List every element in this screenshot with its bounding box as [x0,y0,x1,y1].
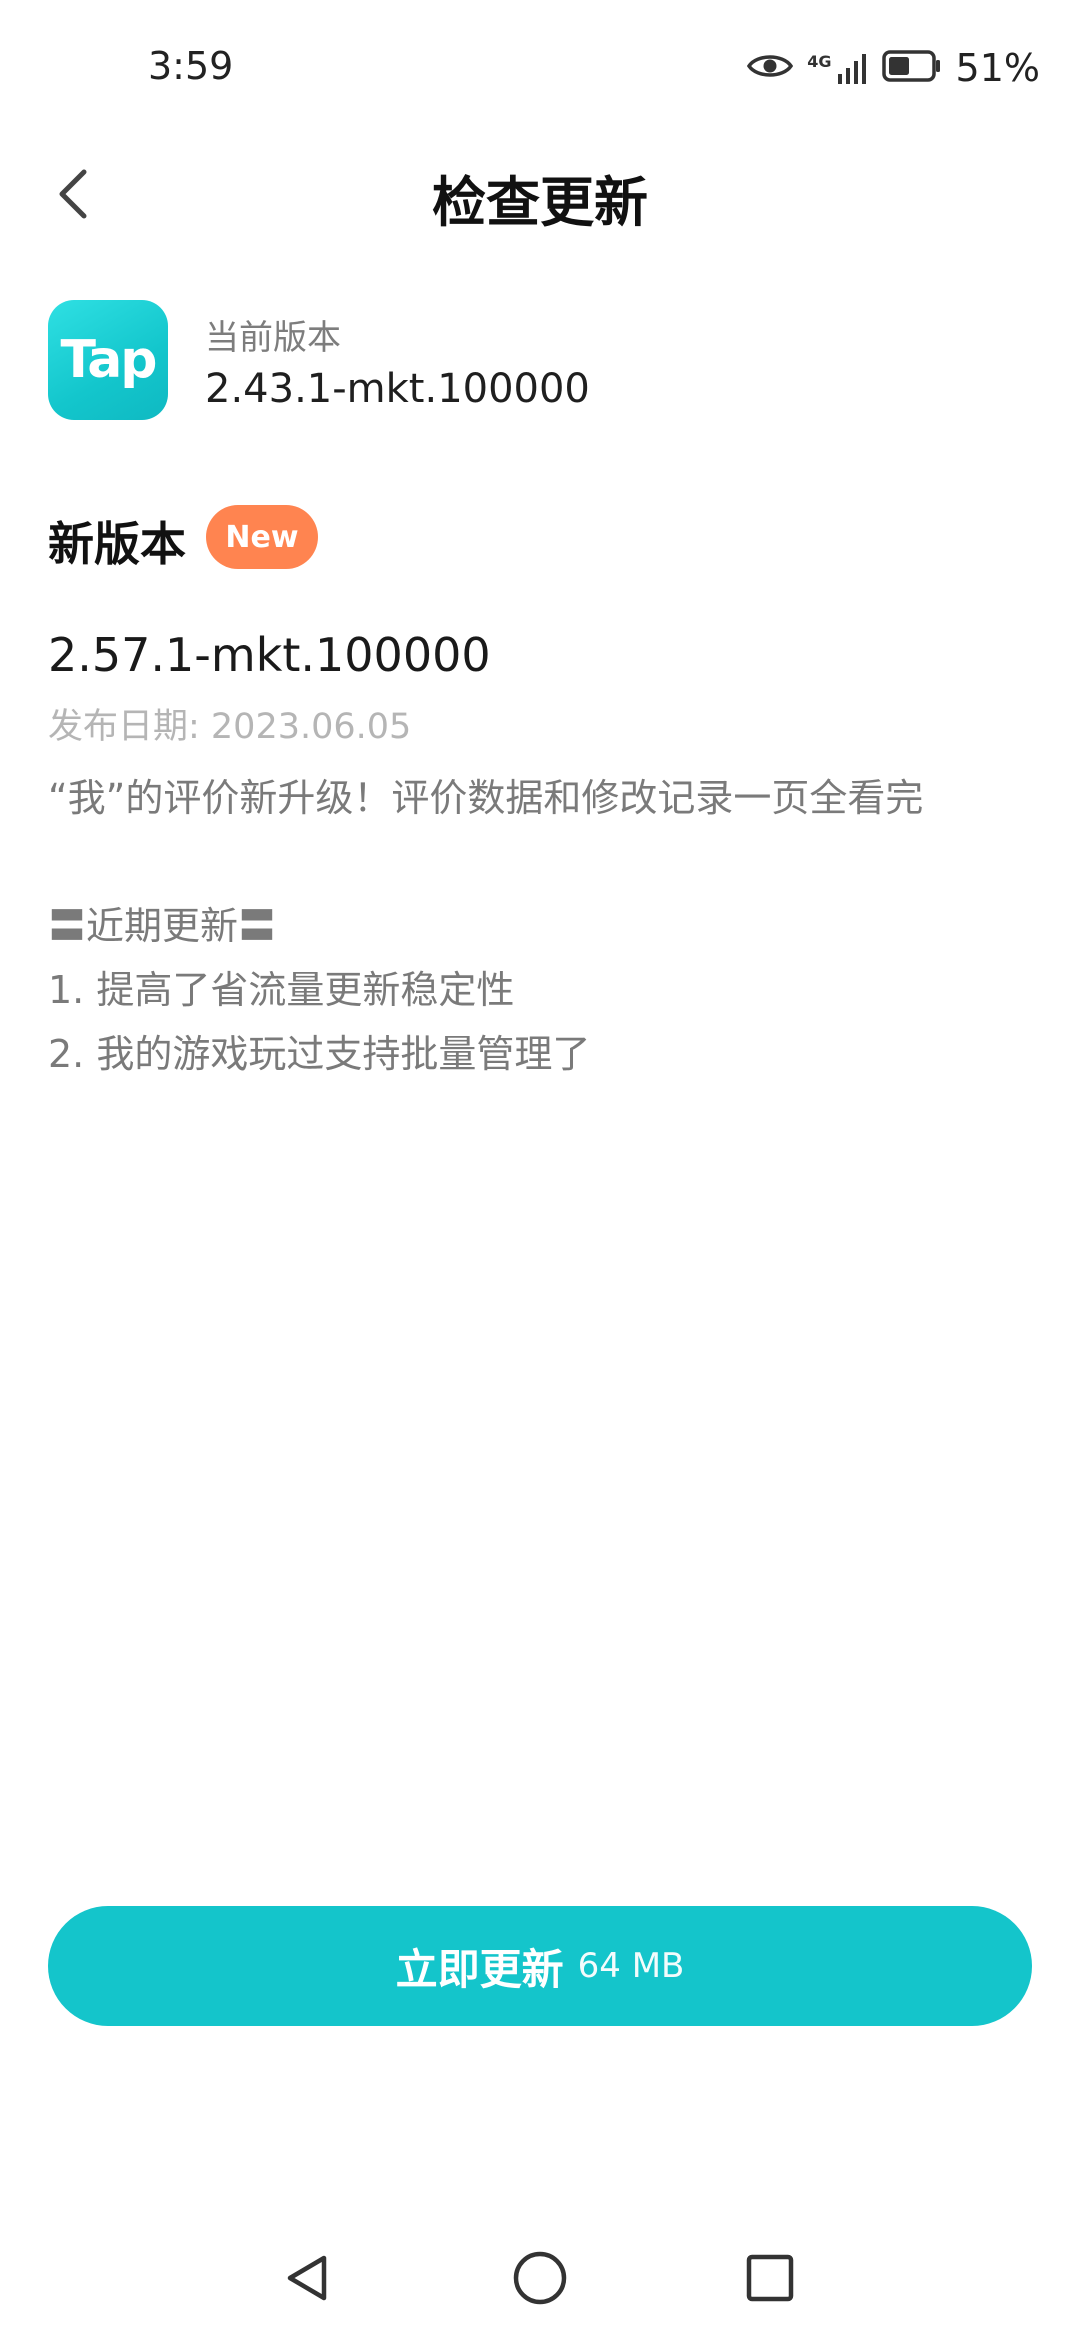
release-notes: “我”的评价新升级！评价数据和修改记录一页全看完 〓近期更新〓 1. 提高了省流… [48,766,1038,1086]
circle-home-icon [510,2248,570,2312]
update-now-button[interactable]: 立即更新 64 MB [48,1906,1032,2026]
header: 检查更新 [0,140,1080,250]
release-note-line: “我”的评价新升级！评价数据和修改记录一页全看完 [48,776,924,820]
release-note-spacer [48,830,1038,894]
eye-icon [747,51,794,85]
nav-back-button[interactable] [268,2240,348,2320]
new-version-value: 2.57.1-mkt.100000 [48,628,491,682]
update-now-label: 立即更新 [395,1944,564,1994]
release-date: 发布日期: 2023.06.05 [48,707,412,747]
app-icon: Tap [48,300,168,420]
status-bar: 3:59 4G 51% [0,0,1080,130]
release-note-line: 〓近期更新〓 [48,904,277,948]
new-badge: New [206,505,318,569]
signal-icon: 4G [807,52,867,84]
status-icons: 4G 51% [747,44,1040,92]
system-nav-bar [0,2220,1080,2340]
update-size: 64 MB [577,1946,685,1986]
battery-percent: 51% [955,46,1040,90]
nav-recents-button[interactable] [730,2240,810,2320]
status-time: 3:59 [148,44,234,88]
app-icon-text: Tap [60,330,157,390]
nav-home-button[interactable] [500,2240,580,2320]
release-note-line: 2. 我的游戏玩过支持批量管理了 [48,1032,591,1076]
release-note-line: 1. 提高了省流量更新稳定性 [48,968,515,1012]
square-recents-icon [742,2250,798,2310]
battery-icon [881,49,942,87]
current-version-label: 当前版本 [205,318,341,358]
triangle-back-icon [280,2250,336,2310]
new-version-heading: 新版本 [48,517,186,571]
network-type: 4G [807,52,832,71]
current-version-value: 2.43.1-mkt.100000 [205,366,590,412]
page-title: 检查更新 [432,171,648,234]
